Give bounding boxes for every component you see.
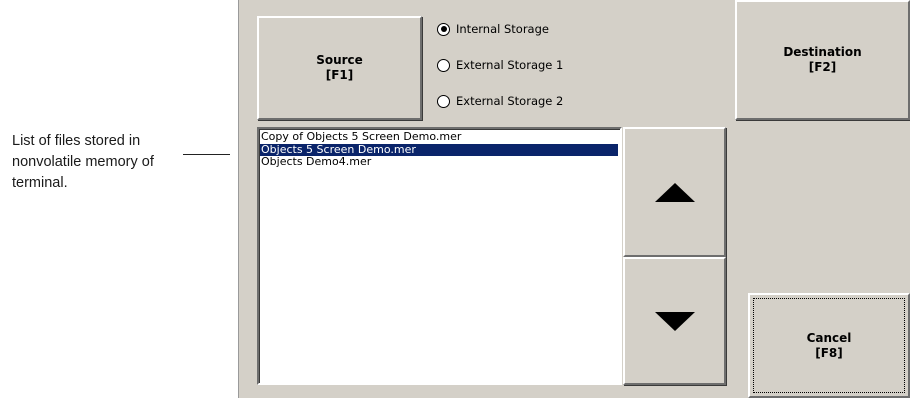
radio-external-storage-2[interactable]: External Storage 2 bbox=[437, 94, 563, 108]
file-list-item[interactable]: Objects Demo4.mer bbox=[260, 155, 620, 169]
destination-button-label: Destination bbox=[783, 45, 862, 59]
destination-button[interactable]: Destination [F2] bbox=[735, 0, 910, 120]
radio-label: External Storage 2 bbox=[456, 94, 564, 108]
cancel-button[interactable]: Cancel [F8] bbox=[748, 293, 910, 398]
source-button-key: [F1] bbox=[325, 68, 354, 82]
radio-unselected-icon[interactable] bbox=[437, 58, 450, 72]
file-list-item[interactable]: Copy of Objects 5 Screen Demo.mer bbox=[260, 130, 620, 144]
file-list[interactable]: Copy of Objects 5 Screen Demo.mer Object… bbox=[257, 127, 622, 385]
callout-annotation: List of files stored in nonvolatile memo… bbox=[12, 131, 192, 194]
triangle-down-icon bbox=[654, 311, 695, 331]
callout-line-2: nonvolatile memory of bbox=[12, 154, 154, 170]
focus-rectangle bbox=[753, 298, 905, 393]
radio-selected-icon[interactable] bbox=[437, 22, 450, 36]
source-button[interactable]: Source [F1] bbox=[257, 16, 422, 120]
callout-leader-line bbox=[183, 154, 230, 155]
triangle-up-icon bbox=[654, 182, 695, 202]
radio-label: External Storage 1 bbox=[456, 58, 564, 72]
radio-external-storage-1[interactable]: External Storage 1 bbox=[437, 58, 563, 72]
scroll-down-button[interactable] bbox=[623, 257, 726, 385]
destination-button-key: [F2] bbox=[808, 60, 837, 74]
radio-internal-storage[interactable]: Internal Storage bbox=[437, 22, 549, 36]
scroll-up-button[interactable] bbox=[623, 127, 726, 257]
callout-line-1: List of files stored in bbox=[12, 133, 141, 149]
callout-line-3: terminal. bbox=[12, 175, 68, 191]
radio-label: Internal Storage bbox=[456, 22, 549, 36]
radio-unselected-icon[interactable] bbox=[437, 94, 450, 108]
source-button-label: Source bbox=[316, 53, 363, 67]
